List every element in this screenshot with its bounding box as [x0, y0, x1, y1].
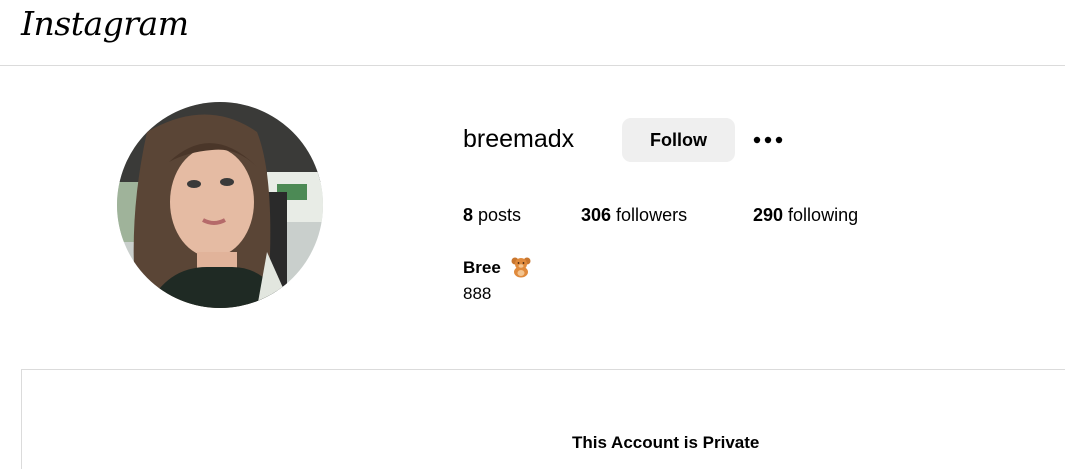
- posts-stat: 8 posts: [463, 205, 521, 226]
- private-account-panel: [21, 369, 1065, 469]
- profile-username: breemadx: [463, 125, 575, 153]
- ellipsis-icon: [753, 136, 783, 144]
- more-options-button[interactable]: [752, 126, 786, 154]
- profile-avatar[interactable]: [117, 102, 323, 308]
- following-stat[interactable]: 290 following: [753, 205, 858, 226]
- followers-label: followers: [611, 205, 688, 225]
- followers-stat[interactable]: 306 followers: [581, 205, 687, 226]
- posts-label: posts: [473, 205, 522, 225]
- bio-name: Bree: [463, 258, 501, 277]
- bio-text: 888: [463, 284, 492, 303]
- avatar-photo: [117, 102, 323, 308]
- instagram-logo[interactable]: Instagram: [21, 4, 189, 43]
- following-count: 290: [753, 205, 784, 225]
- top-bar: Instagram: [0, 0, 1065, 66]
- follow-button[interactable]: Follow: [622, 118, 735, 162]
- teddy-bear-icon: [511, 257, 531, 278]
- private-account-title: This Account is Private: [572, 433, 760, 452]
- posts-count: 8: [463, 205, 474, 225]
- followers-count: 306: [581, 205, 612, 225]
- following-label: following: [783, 205, 859, 225]
